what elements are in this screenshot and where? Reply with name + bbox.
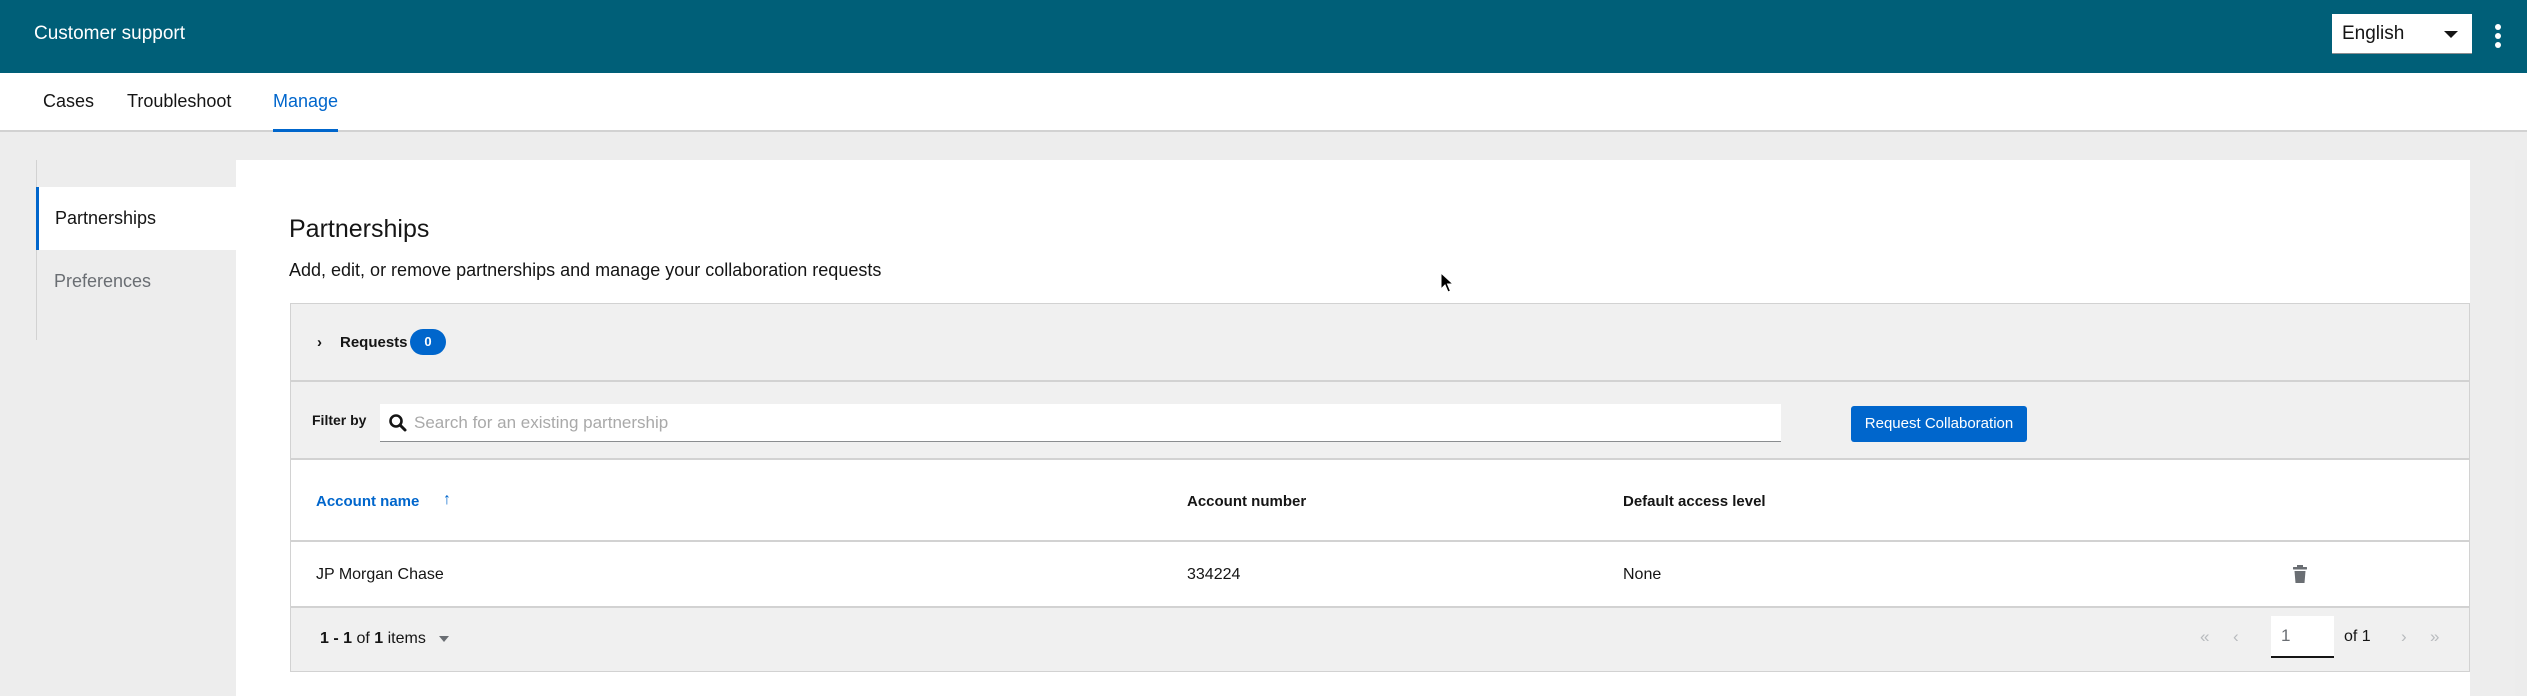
mouse-cursor-icon: [1440, 272, 1454, 293]
tab-cases[interactable]: Cases: [43, 73, 94, 132]
cell-account-name: JP Morgan Chase: [316, 566, 444, 583]
page-description: Add, edit, or remove partnerships and ma…: [289, 260, 882, 280]
tab-troubleshoot[interactable]: Troubleshoot: [127, 73, 231, 132]
next-page-button[interactable]: ›: [2401, 627, 2407, 647]
sidebar-item-preferences[interactable]: Preferences: [37, 250, 237, 313]
chevron-right-icon[interactable]: ›: [317, 334, 322, 351]
page-number-input[interactable]: 1: [2271, 616, 2334, 658]
sidebar-nav: Partnerships Preferences: [36, 160, 236, 340]
cell-account-number: 334224: [1187, 566, 1241, 583]
main-panel: Partnerships Add, edit, or remove partne…: [236, 160, 2470, 696]
column-account-name[interactable]: Account name: [316, 493, 419, 510]
cell-access-level: None: [1623, 566, 1662, 583]
masthead: Customer support English: [0, 0, 2527, 73]
main-tabs: Cases Troubleshoot Manage: [0, 73, 2527, 132]
column-default-access-level: Default access level: [1623, 493, 1766, 510]
trash-icon[interactable]: [2291, 562, 2309, 586]
tab-manage[interactable]: Manage: [273, 73, 339, 132]
caret-down-icon[interactable]: [439, 636, 449, 642]
filter-toolbar: Filter by Search for an existing partner…: [291, 382, 2469, 460]
requests-expandable[interactable]: › Requests 0: [291, 304, 2469, 382]
scrollbar[interactable]: [2515, 160, 2527, 696]
column-account-number: Account number: [1187, 493, 1307, 510]
requests-count-badge: 0: [410, 329, 446, 355]
app-title: Customer support: [34, 23, 186, 44]
language-select[interactable]: English: [2332, 14, 2472, 54]
sort-ascending-icon[interactable]: ↑: [443, 491, 451, 509]
caret-down-icon: [2444, 31, 2458, 38]
requests-label[interactable]: Requests: [340, 334, 408, 351]
pagination-total: 1: [374, 630, 384, 647]
request-collaboration-button[interactable]: Request Collaboration: [1851, 406, 2027, 442]
page-count-label: of 1: [2344, 628, 2371, 645]
last-page-button[interactable]: »: [2430, 627, 2439, 647]
pagination-items-label: items: [387, 630, 426, 647]
pagination: 1 - 1 of 1 items « ‹ 1 of 1 › »: [291, 608, 2469, 671]
partnerships-card: › Requests 0 Filter by Search for an exi…: [290, 303, 2470, 672]
search-icon: [389, 414, 407, 432]
page-title: Partnerships: [289, 215, 430, 243]
table-row: JP Morgan Chase 334224 None: [291, 542, 2469, 608]
table-header: Account name ↑ Account number Default ac…: [291, 460, 2469, 542]
first-page-button[interactable]: «: [2200, 627, 2209, 647]
pagination-of: of: [356, 630, 370, 647]
sidebar-item-partnerships[interactable]: Partnerships: [36, 187, 236, 250]
search-placeholder: Search for an existing partnership: [414, 413, 669, 432]
pagination-range: 1 - 1: [320, 630, 353, 647]
pagination-items-toggle[interactable]: 1 - 1 of 1 items: [320, 630, 426, 648]
search-input[interactable]: Search for an existing partnership: [380, 404, 1781, 442]
previous-page-button[interactable]: ‹: [2233, 627, 2239, 647]
filter-label: Filter by: [312, 412, 367, 428]
kebab-icon[interactable]: [2492, 22, 2504, 50]
language-selected-value: English: [2342, 22, 2405, 44]
